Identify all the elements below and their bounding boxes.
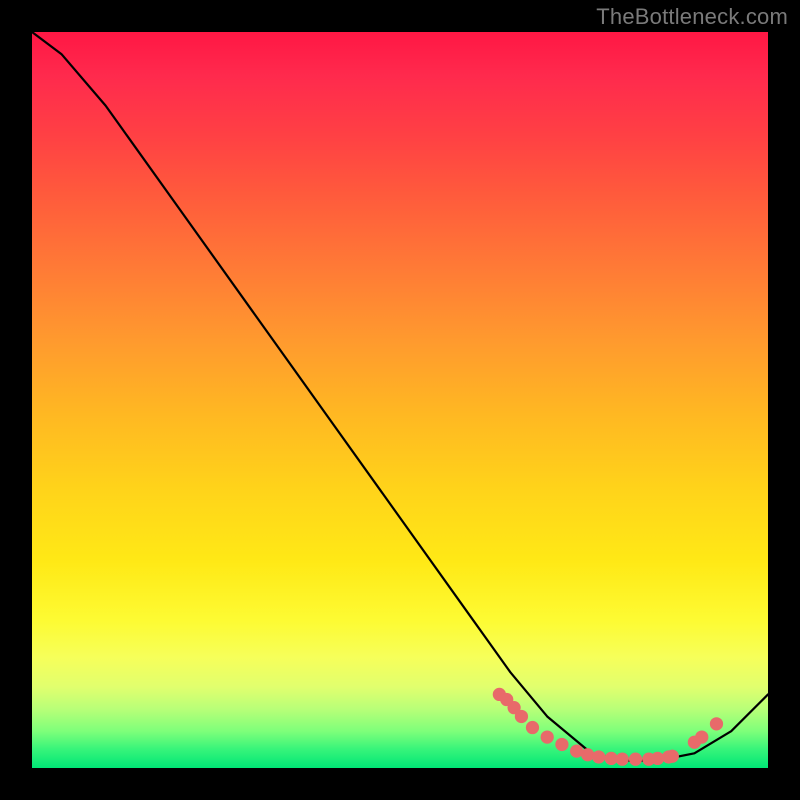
data-marker (666, 750, 679, 763)
data-marker (526, 721, 539, 734)
data-marker (581, 748, 594, 761)
data-marker (695, 730, 708, 743)
data-marker (555, 738, 568, 751)
chart-container: TheBottleneck.com (0, 0, 800, 800)
watermark-text: TheBottleneck.com (596, 4, 788, 30)
data-marker (515, 710, 528, 723)
plot-area (32, 32, 768, 768)
data-marker (616, 753, 629, 766)
data-marker (592, 750, 605, 763)
data-marker (629, 753, 642, 766)
data-marker (541, 730, 554, 743)
bottleneck-curve (32, 32, 768, 761)
data-marker (710, 717, 723, 730)
chart-svg (32, 32, 768, 768)
